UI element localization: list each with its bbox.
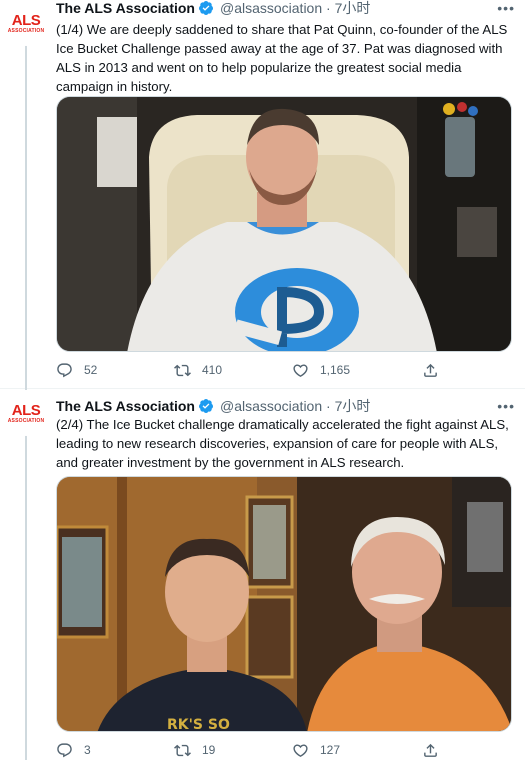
share-button[interactable] — [422, 742, 450, 759]
photo-pat-quinn — [57, 97, 511, 351]
tweet-header: The ALS Association @alsassociation · 7小… — [56, 0, 370, 18]
tweet-photo[interactable]: RK'S SO — [56, 476, 512, 732]
reply-icon — [57, 742, 72, 757]
thread-line — [25, 388, 27, 390]
retweet-icon — [174, 364, 191, 376]
reply-button[interactable]: 52 — [56, 362, 97, 379]
tweet-actions: 3 19 127 — [52, 740, 462, 760]
avatar[interactable]: ALS ASSOCIATION — [4, 392, 48, 436]
more-icon[interactable]: ••• — [497, 0, 515, 16]
reply-count: 52 — [84, 363, 98, 377]
retweet-button[interactable]: 19 — [174, 742, 215, 759]
tweet-1[interactable]: ALS ASSOCIATION The ALS Association @als… — [0, 0, 525, 388]
handle-time[interactable]: @alsassociation · 7小时 — [220, 0, 370, 18]
retweet-icon — [174, 744, 191, 756]
like-count: 1,165 — [320, 363, 351, 377]
reply-count: 3 — [84, 743, 91, 757]
avatar-logo-sub: ASSOCIATION — [7, 418, 45, 424]
author-name[interactable]: The ALS Association — [56, 398, 195, 414]
like-icon — [293, 743, 308, 757]
retweet-button[interactable]: 410 — [174, 362, 222, 379]
reply-icon — [57, 362, 72, 377]
handle-time[interactable]: @alsassociation · 7小时 — [220, 396, 370, 416]
retweet-count: 19 — [202, 743, 216, 757]
share-button[interactable] — [422, 362, 450, 379]
tweet-header: The ALS Association @alsassociation · 7小… — [56, 396, 370, 416]
reply-button[interactable]: 3 — [56, 742, 91, 759]
share-icon — [424, 363, 437, 377]
like-button[interactable]: 1,165 — [292, 362, 350, 379]
verified-icon — [198, 399, 213, 413]
like-button[interactable]: 127 — [292, 742, 340, 759]
avatar-logo: ALS — [11, 12, 41, 29]
svg-text:RK'S SO: RK'S SO — [167, 717, 230, 732]
retweet-count: 410 — [202, 363, 223, 377]
share-icon — [424, 743, 437, 757]
avatar-logo-sub: ASSOCIATION — [7, 28, 45, 34]
tweet-text: (2/4) The Ice Bucket challenge dramatica… — [56, 417, 509, 470]
tweet-photo[interactable] — [56, 96, 512, 352]
like-count: 127 — [320, 743, 341, 757]
tweet-2[interactable]: ALS ASSOCIATION The ALS Association @als… — [0, 388, 525, 760]
avatar[interactable]: ALS ASSOCIATION — [4, 2, 48, 46]
author-name[interactable]: The ALS Association — [56, 0, 195, 16]
photo-pat-quinn-and-father: RK'S SO — [57, 477, 511, 732]
like-icon — [293, 363, 308, 377]
thread-line — [25, 44, 27, 388]
more-icon[interactable]: ••• — [497, 398, 515, 414]
tweet-text: (1/4) We are deeply saddened to share th… — [56, 22, 508, 94]
tweet-actions: 52 410 1,165 — [52, 360, 462, 380]
avatar-logo: ALS — [11, 402, 41, 419]
verified-icon — [198, 1, 213, 15]
thread-line-2 — [25, 434, 27, 760]
